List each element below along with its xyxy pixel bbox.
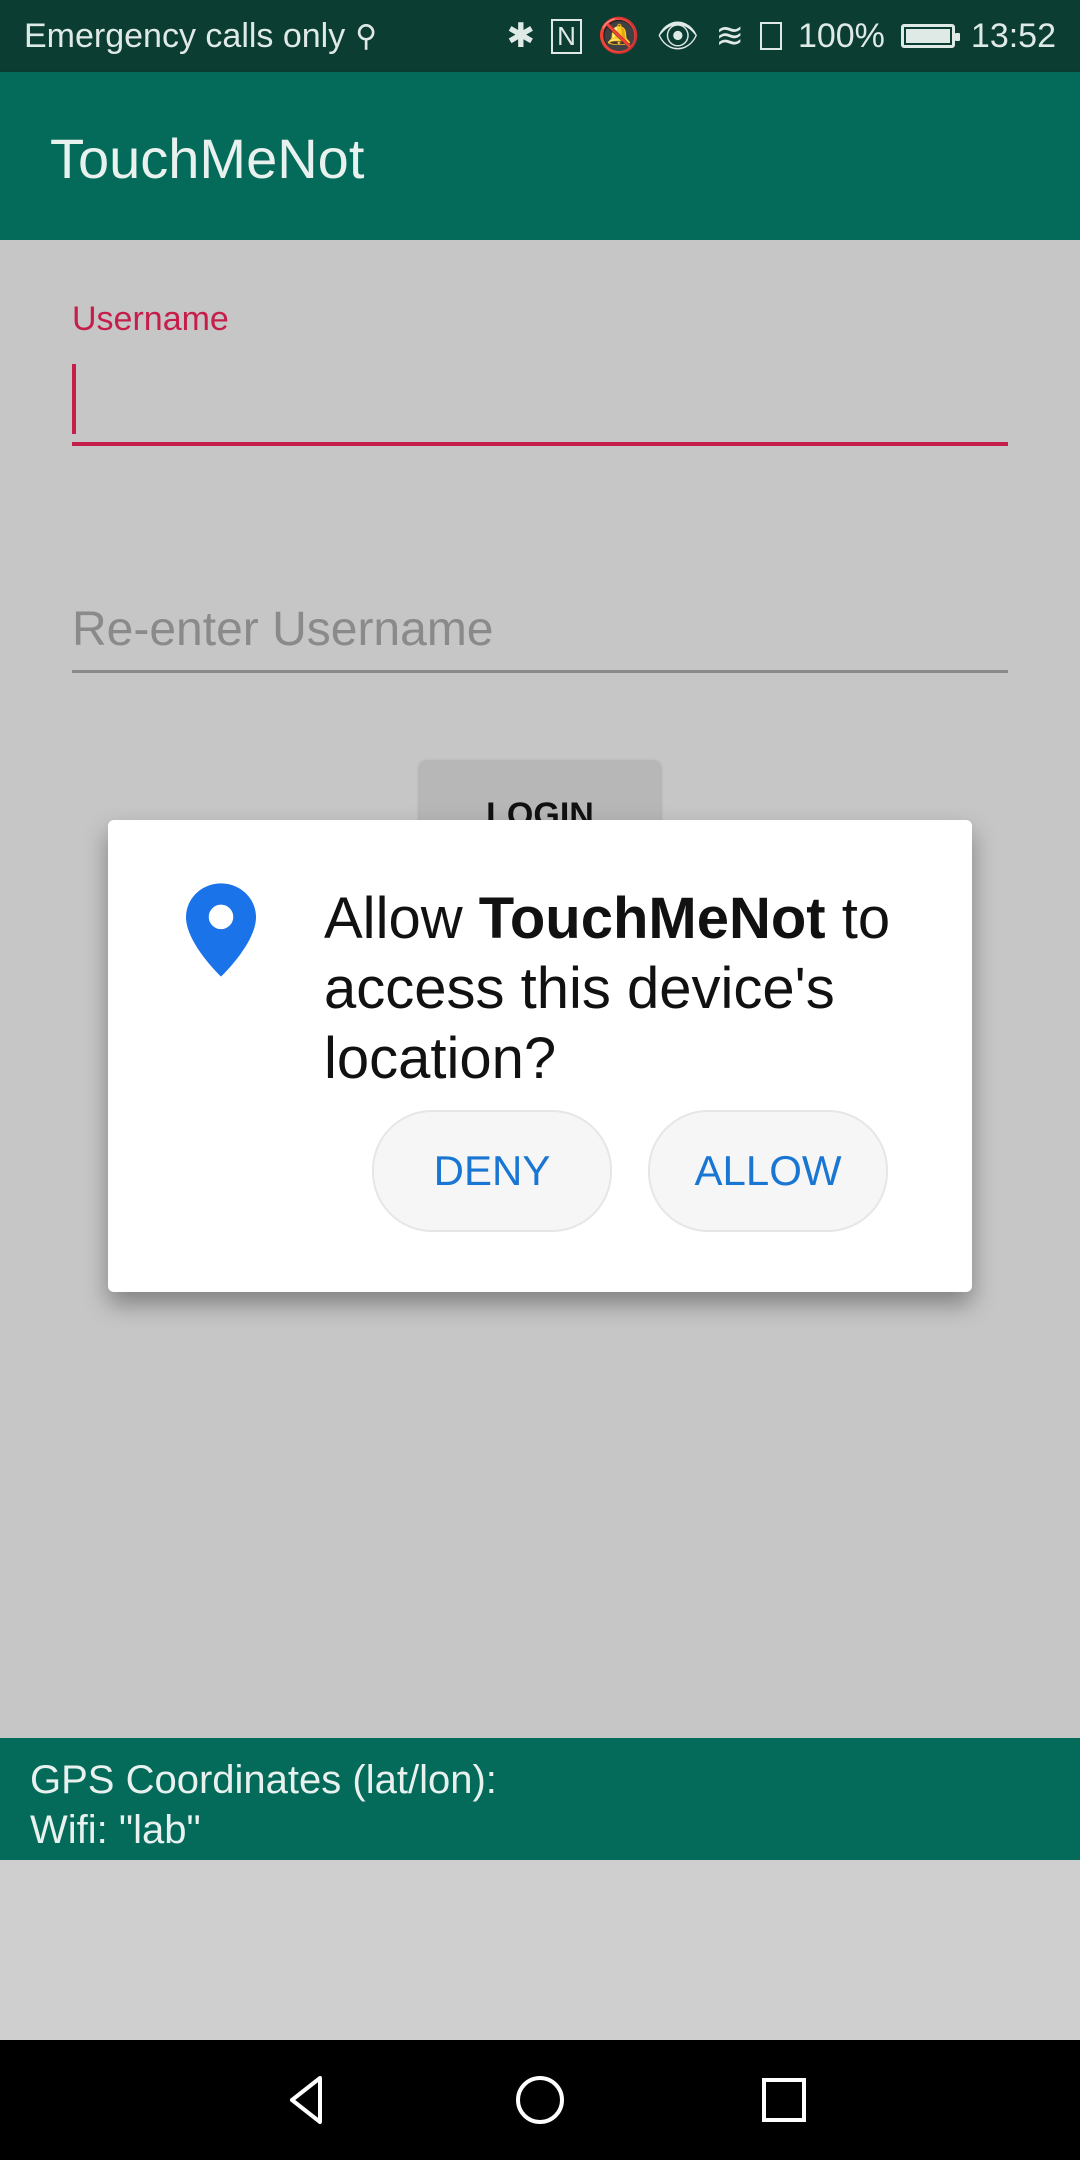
username-cursor (72, 364, 76, 434)
battery-percent: 100% (797, 16, 885, 55)
eye-icon: 👁 (656, 17, 700, 55)
wifi-icon: ≋ (715, 17, 744, 55)
reenter-username-input[interactable]: Re-enter Username (72, 602, 494, 657)
usb-icon: ⚲ (355, 19, 378, 53)
battery-icon (900, 24, 960, 48)
deny-button[interactable]: DENY (372, 1110, 612, 1232)
allow-button[interactable]: ALLOW (648, 1110, 888, 1232)
home-icon[interactable] (510, 2070, 570, 2130)
wifi-text: Wifi: "lab" (30, 1808, 201, 1852)
time-text: 13:52 (970, 16, 1056, 55)
back-icon[interactable] (276, 2070, 336, 2130)
status-left: Emergency calls only ⚲ (24, 17, 377, 56)
app-title: TouchMeNot (50, 127, 365, 190)
blank-area (0, 1860, 1080, 2040)
gps-coordinates-text: GPS Coordinates (lat/lon): (30, 1758, 497, 1802)
bluetooth-icon: ✱ (506, 17, 536, 55)
location-pin-icon (186, 883, 256, 977)
location-permission-dialog: Allow TouchMeNot to access this device's… (108, 820, 972, 1292)
username-field[interactable] (72, 442, 1008, 446)
reenter-underline (72, 670, 1008, 673)
app-bar: TouchMeNot (0, 72, 1080, 240)
info-panel: GPS Coordinates (lat/lon): Wifi: "lab" (0, 1738, 1080, 1860)
username-label: Username (72, 300, 229, 338)
storage-icon (759, 22, 782, 50)
navigation-bar (0, 2040, 1080, 2160)
dialog-message: Allow TouchMeNot to access this device's… (324, 884, 924, 1094)
nfc-icon: N (551, 18, 582, 54)
status-right: ✱ N 🔕 👁 ≋ 100% 13:52 (507, 16, 1056, 56)
recents-icon[interactable] (754, 2070, 814, 2130)
dialog-app-name: TouchMeNot (478, 886, 826, 951)
network-status-text: Emergency calls only (24, 16, 346, 55)
mute-icon: 🔕 (597, 17, 641, 55)
dialog-prefix: Allow (324, 886, 463, 951)
status-bar: Emergency calls only ⚲ ✱ N 🔕 👁 ≋ 100% 13… (0, 0, 1080, 72)
